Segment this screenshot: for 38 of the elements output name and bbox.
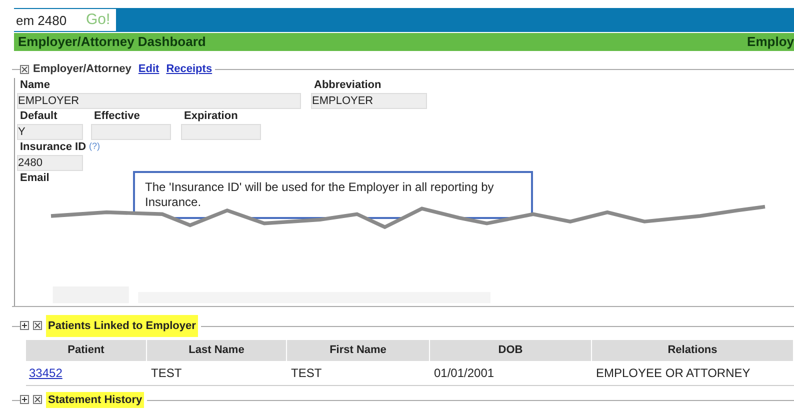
collapse-icon[interactable] [20,64,29,74]
collapse-icon[interactable] [33,321,42,330]
field-label: Effective [94,108,140,124]
table-cell-text: EMPLOYEE OR ATTORNEY [595,364,752,382]
patient-link[interactable]: 33452 [29,366,62,380]
text-field[interactable] [91,124,171,140]
section-title: Statement History [46,392,144,408]
column-header: Relations [592,340,794,360]
field-label: Default [20,108,58,124]
text-field[interactable] [181,124,261,140]
field-label: Abbreviation [314,78,382,93]
column-header: Last Name [147,340,287,360]
field-label: Expiration [184,108,238,124]
column-header: Patient [26,340,147,360]
text-field[interactable]: Y [17,124,83,140]
search-field[interactable]: em 2480 [14,9,80,31]
table-cell-text: 01/01/2001 [433,364,496,382]
section-link[interactable]: Edit [138,61,160,78]
collapse-icon[interactable] [33,395,42,404]
column-header: DOB [430,340,592,360]
section-title: Employer/Attorney [33,62,132,77]
help-link[interactable]: (?) [89,140,100,154]
expand-icon[interactable] [20,395,29,404]
field-label: Email [20,170,50,186]
field-label: Name [20,78,50,93]
dashboard-title: Employer/Attorney Dashboard [18,33,206,52]
text-field[interactable]: EMPLOYER [17,92,301,108]
text-field[interactable]: EMPLOYER [311,92,427,108]
expand-icon[interactable] [20,321,29,330]
column-header: First Name [287,340,430,360]
tooltip: The 'Insurance ID' will be used for the Employer in all reporting by Insurance. [133,170,533,218]
section-link[interactable]: Receipts [166,61,212,78]
field-label: Insurance ID [20,140,86,155]
header-title: Employ [747,33,794,52]
table-cell-text: TEST [150,364,183,382]
text-field[interactable]: 2480 [17,154,83,170]
section-title: Patients Linked to Employer [46,314,198,337]
table-cell-text: TEST [290,364,323,382]
